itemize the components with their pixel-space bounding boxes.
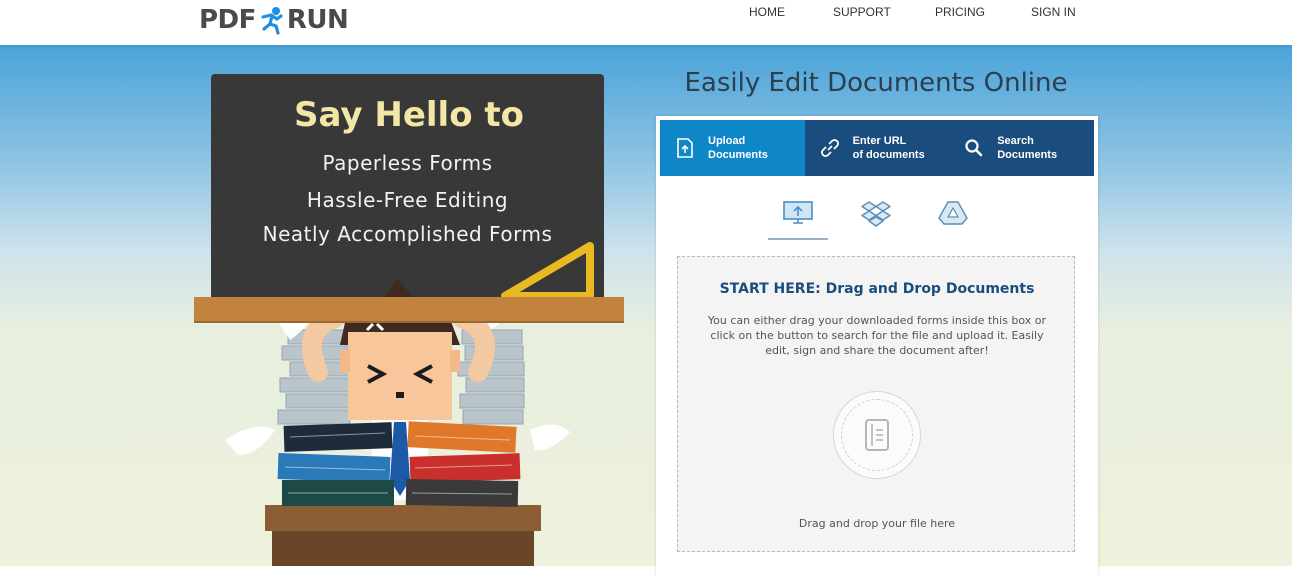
- tab-url-line2: of documents: [852, 149, 925, 161]
- browse-file-button[interactable]: [833, 391, 921, 479]
- drop-zone[interactable]: START HERE: Drag and Drop Documents You …: [677, 256, 1075, 552]
- upload-icon: [677, 138, 693, 158]
- site-header: PDF RUN HOME SUPPORT PRICING SIGN IN: [0, 0, 1292, 45]
- dropzone-title: START HERE: Drag and Drop Documents: [719, 281, 1035, 297]
- dropbox-icon: [861, 201, 891, 227]
- nav-home[interactable]: HOME: [749, 5, 785, 19]
- stressed-worker-illustration: [225, 242, 594, 566]
- source-google-drive[interactable]: [923, 200, 983, 238]
- tab-search-line1: Search: [997, 135, 1034, 147]
- dropzone-description: You can either drag your downloaded form…: [707, 314, 1047, 357]
- search-icon: [965, 139, 983, 157]
- tab-enter-url[interactable]: Enter URL of documents: [804, 120, 950, 176]
- nav-support[interactable]: SUPPORT: [833, 5, 891, 19]
- dropzone-hint: Drag and drop your file here: [798, 517, 956, 530]
- tab-upload-line1: Upload: [708, 135, 746, 147]
- computer-icon: [783, 201, 813, 224]
- chalkboard-ledge: [194, 297, 624, 323]
- tab-url-line1: Enter URL: [852, 135, 907, 147]
- nav-pricing[interactable]: PRICING: [935, 5, 985, 19]
- upload-tabs: Upload Documents Enter URL of documents …: [660, 120, 1094, 176]
- tab-search-documents[interactable]: Search Documents: [949, 120, 1094, 176]
- browse-circle-inner: [841, 399, 913, 471]
- upload-panel: Upload Documents Enter URL of documents …: [656, 116, 1098, 576]
- tab-upload-line2: Documents: [708, 149, 768, 161]
- source-computer[interactable]: [768, 200, 828, 240]
- source-dropbox[interactable]: [846, 200, 906, 238]
- document-icon: [865, 419, 889, 451]
- page-title: Easily Edit Documents Online: [684, 68, 1068, 98]
- main-nav: HOME SUPPORT PRICING SIGN IN: [0, 5, 1292, 21]
- upload-source-selector: [656, 200, 1098, 240]
- tab-search-line2: Documents: [997, 149, 1058, 161]
- nav-sign-in[interactable]: SIGN IN: [1031, 5, 1076, 19]
- link-icon: [820, 139, 839, 157]
- tab-upload-documents[interactable]: Upload Documents: [660, 120, 805, 176]
- google-drive-icon: [938, 201, 968, 225]
